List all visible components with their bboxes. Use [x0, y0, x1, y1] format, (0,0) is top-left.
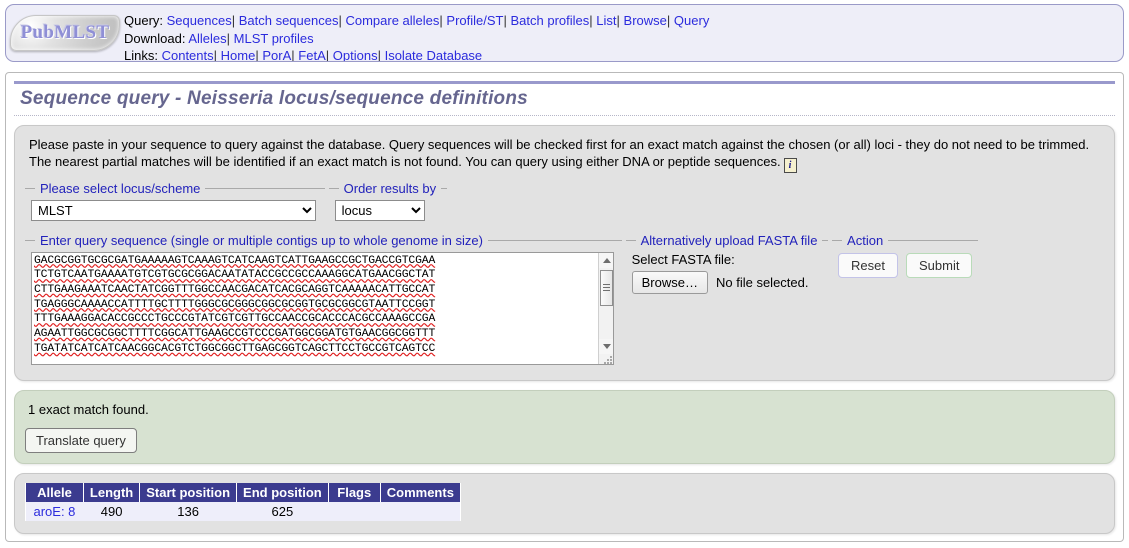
translate-query-button[interactable]: Translate query: [25, 427, 137, 453]
nav-sep: |: [338, 13, 342, 28]
nav-link-options[interactable]: Options: [333, 48, 378, 61]
page-title-wrap: Sequence query - Neisseria locus/sequenc…: [14, 81, 1115, 116]
page-root: PubMLST Query: Sequences| Batch sequence…: [0, 0, 1129, 548]
nav-link-isolate-database[interactable]: Isolate Database: [385, 48, 483, 61]
nav-sep: |: [666, 13, 671, 28]
order-results-legend: Order results by: [343, 180, 437, 196]
locus-scheme-legend: Please select locus/scheme: [40, 180, 201, 196]
table-row: aroE: 8 490 136 625: [25, 501, 461, 521]
info-icon[interactable]: i: [783, 157, 797, 173]
logo-shape: PubMLST: [10, 15, 120, 51]
results-table: Allele Length Start position End positio…: [25, 482, 461, 521]
selects-row: Please select locus/scheme MLST Order re…: [25, 180, 1104, 226]
query-input-row: Enter query sequence (single or multiple…: [25, 232, 1104, 370]
column-header-flags[interactable]: Flags: [327, 482, 381, 502]
order-results-select[interactable]: locus: [334, 199, 425, 221]
results-table-panel: Allele Length Start position End positio…: [14, 472, 1115, 534]
cell-length: 490: [83, 501, 140, 521]
nav-link-alleles[interactable]: Alleles: [188, 31, 226, 46]
cell-end-position: 625: [236, 501, 329, 521]
column-header-start-position[interactable]: Start position: [139, 482, 238, 502]
cell-flags: [328, 501, 381, 521]
nav-link-profile-st[interactable]: Profile/ST: [446, 13, 503, 28]
nav-sep: |: [231, 13, 236, 28]
pubmlst-logo[interactable]: PubMLST: [6, 5, 124, 61]
nav-link-batch-sequences[interactable]: Batch sequences: [239, 13, 339, 28]
scroll-up-icon[interactable]: [599, 252, 613, 268]
nav-label-query: Query:: [124, 13, 164, 28]
nav-link-list[interactable]: List: [596, 13, 616, 28]
column-header-end-position[interactable]: End position: [236, 482, 329, 502]
nav-sep: |: [226, 30, 231, 46]
nav-link-query[interactable]: Query: [674, 13, 709, 28]
scrollbar-thumb[interactable]: [600, 269, 613, 306]
sequence-scrollbar[interactable]: [598, 252, 613, 364]
nav-row-links: Links: Contents| Home| PorA| FetA| Optio…: [124, 47, 709, 62]
nav-sep: |: [616, 13, 620, 28]
instructions-body: Please paste in your sequence to query a…: [29, 137, 1090, 169]
fasta-file-label: Select FASTA file:: [631, 251, 735, 267]
results-table-body: aroE: 8 490 136 625: [25, 501, 461, 521]
allele-link[interactable]: aroE: 8: [34, 504, 76, 519]
nav-link-browse[interactable]: Browse: [624, 13, 667, 28]
cell-start-position: 136: [139, 501, 237, 521]
nav-row-download: Download: Alleles| MLST profiles: [124, 30, 709, 48]
cell-comments: [380, 501, 461, 521]
nav-link-feta[interactable]: FetA: [298, 48, 325, 61]
action-fieldset: Action Reset Submit: [832, 232, 979, 283]
nav-label-links: Links:: [124, 48, 158, 62]
table-header-row: Allele Length Start position End positio…: [25, 482, 461, 502]
nav-row-query: Query: Sequences| Batch sequences| Compa…: [124, 12, 709, 30]
fasta-upload-fieldset: Alternatively upload FASTA file Select F…: [625, 232, 829, 299]
nav-link-home[interactable]: Home: [221, 48, 256, 61]
sequence-text: GACGCGGTGCGCGATGAAAAAGTCAAAGTCATCAAGTCAT…: [34, 254, 436, 355]
sequence-legend: Enter query sequence (single or multiple…: [40, 232, 483, 248]
locus-scheme-fieldset: Please select locus/scheme MLST: [25, 180, 325, 226]
column-header-allele[interactable]: Allele: [25, 482, 84, 502]
resize-grip-icon[interactable]: [602, 354, 612, 364]
nav-sep: |: [439, 13, 443, 28]
browse-button[interactable]: Browse…: [631, 270, 708, 294]
nav-sep: |: [255, 48, 259, 62]
sequence-textarea[interactable]: GACGCGGTGCGCGATGAAAAAGTCAAAGTCATCAAGTCAT…: [31, 251, 614, 365]
main-content-frame: Sequence query - Neisseria locus/sequenc…: [5, 72, 1124, 542]
nav-link-sequences[interactable]: Sequences: [167, 13, 232, 28]
nav-sep: |: [325, 48, 330, 62]
submit-button[interactable]: Submit: [906, 252, 973, 278]
nav-link-batch-profiles[interactable]: Batch profiles: [511, 13, 590, 28]
match-result-text: 1 exact match found.: [28, 401, 149, 417]
header-navigation: Query: Sequences| Batch sequences| Compa…: [124, 5, 709, 62]
action-legend: Action: [847, 232, 884, 248]
results-message-panel: 1 exact match found. Translate query: [14, 389, 1115, 464]
site-header: PubMLST Query: Sequences| Batch sequence…: [5, 4, 1124, 62]
reset-button[interactable]: Reset: [838, 252, 899, 278]
nav-sep: |: [213, 48, 218, 62]
page-title: Sequence query - Neisseria locus/sequenc…: [20, 88, 528, 109]
nav-sep: |: [503, 13, 507, 28]
order-results-fieldset: Order results by locus: [328, 180, 448, 226]
nav-link-mlst-profiles[interactable]: MLST profiles: [234, 31, 314, 46]
query-form-panel: Please paste in your sequence to query a…: [14, 125, 1115, 381]
file-status-text: No file selected.: [715, 274, 809, 290]
column-header-length[interactable]: Length: [82, 482, 141, 502]
logo-text: PubMLST: [20, 22, 110, 43]
cell-allele: aroE: 8: [25, 501, 84, 521]
nav-link-contents[interactable]: Contents: [162, 48, 214, 61]
nav-link-pora[interactable]: PorA: [262, 48, 291, 61]
results-table-head: Allele Length Start position End positio…: [25, 482, 461, 502]
nav-link-compare-alleles[interactable]: Compare alleles: [345, 13, 439, 28]
column-header-comments[interactable]: Comments: [379, 482, 461, 502]
file-input-row: Browse… No file selected.: [631, 270, 823, 294]
scroll-down-icon[interactable]: [599, 338, 613, 354]
locus-scheme-select[interactable]: MLST: [31, 199, 316, 221]
fasta-upload-legend: Alternatively upload FASTA file: [640, 232, 818, 248]
nav-sep: |: [377, 48, 381, 62]
nav-label-download: Download:: [124, 30, 186, 46]
nav-sep: |: [589, 13, 593, 28]
action-buttons: Reset Submit: [838, 252, 973, 278]
sequence-fieldset: Enter query sequence (single or multiple…: [25, 232, 622, 370]
nav-sep: |: [291, 48, 295, 62]
instructions-text: Please paste in your sequence to query a…: [25, 134, 1104, 175]
